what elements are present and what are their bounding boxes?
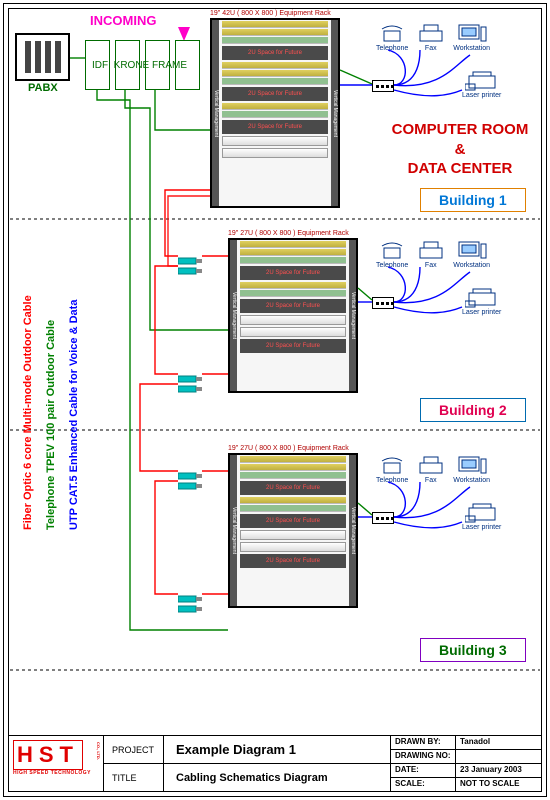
room-title-amp: & [455, 141, 466, 158]
fax-icon: Fax [417, 455, 445, 484]
drawn-by-label: DRAWN BY: [391, 736, 456, 749]
rack-2: Vertical Management Vertical Management … [228, 238, 358, 393]
date-label: DATE: [391, 764, 456, 777]
room-title-l1: COMPUTER ROOM [392, 121, 529, 138]
rack1-future-2: 2U Space for Future [222, 87, 328, 101]
incoming-label: INCOMING [90, 13, 156, 28]
title-block: HST CO., LTD. HIGH SPEED TECHNOLOGY PROJ… [8, 735, 542, 792]
project-label: PROJECT [104, 736, 164, 763]
legend-fiber: Fiber Optic 6 core Multi-mode Outdoor Ca… [22, 295, 34, 530]
drawn-by: Tanadol [456, 736, 541, 749]
building-2-label: Building 2 [420, 398, 526, 422]
building-1-label: Building 1 [420, 188, 526, 212]
patch-panel-b3 [372, 512, 394, 524]
telephone-icon: Telephone [376, 240, 408, 269]
devices-b1: Telephone Fax Workstation [376, 23, 494, 52]
rack3-future-3: 2U Space for Future [240, 554, 346, 568]
rack2-vert-r: Vertical Management [349, 240, 356, 391]
rack-3: Vertical Management Vertical Management … [228, 453, 358, 608]
rack3-vert-l: Vertical Management [230, 455, 237, 606]
fiber-connector-icon [178, 370, 202, 378]
printer-icon: Laser printer [462, 502, 501, 531]
printer-icon: Laser printer [462, 287, 501, 316]
fiber-connector-icon [178, 262, 202, 270]
incoming-arrow-icon [178, 27, 190, 41]
building-3-label: Building 3 [420, 638, 526, 662]
printer-b3: Laser printer [462, 502, 505, 531]
room-title-l2: DATA CENTER [408, 160, 513, 177]
rack1-caption: 19" 42U ( 800 X 800 ) Equipment Rack [210, 10, 331, 17]
printer-b2: Laser printer [462, 287, 505, 316]
telephone-icon: Telephone [376, 23, 408, 52]
patch-panel-b1 [372, 80, 394, 92]
rack2-future-2: 2U Space for Future [240, 299, 346, 313]
title-label: TITLE [104, 764, 164, 792]
rack1-future-3: 2U Space for Future [222, 120, 328, 134]
printer-icon: Laser printer [462, 70, 501, 99]
logo-side: CO., LTD. [96, 742, 101, 760]
fax-icon: Fax [417, 240, 445, 269]
rack-1: Vertical Management Vertical Management … [210, 18, 340, 208]
drawing-no [456, 750, 541, 763]
devices-b2: Telephone Fax Workstation [376, 240, 494, 269]
rack2-caption: 19" 27U ( 800 X 800 ) Equipment Rack [228, 230, 349, 237]
rack3-future-1: 2U Space for Future [240, 481, 346, 495]
project-value: Example Diagram 1 [164, 742, 308, 757]
logo-sub: HIGH SPEED TECHNOLOGY [13, 770, 99, 776]
date-value: 23 January 2003 [456, 764, 541, 777]
scale-value: NOT TO SCALE [456, 778, 541, 792]
fax-icon: Fax [417, 23, 445, 52]
rack2-future-3: 2U Space for Future [240, 339, 346, 353]
scale-label: SCALE: [391, 778, 456, 792]
fiber-connector-icon [178, 590, 202, 598]
rack1-future-1: 2U Space for Future [222, 46, 328, 60]
rack2-vert-l: Vertical Management [230, 240, 237, 391]
fiber-connector-icon [178, 477, 202, 485]
title-value: Cabling Schematics Diagram [164, 772, 340, 784]
drawing-no-label: DRAWING NO: [391, 750, 456, 763]
idf-label: IDF; KRONE FRAME [92, 60, 187, 71]
titleblock-right: DRAWN BY:Tanadol DRAWING NO: DATE:23 Jan… [391, 736, 541, 791]
workstation-icon: Workstation [453, 23, 490, 52]
fiber-connector-icon [178, 600, 202, 608]
rack1-vert-r: Vertical Management [331, 20, 338, 206]
rack3-caption: 19" 27U ( 800 X 800 ) Equipment Rack [228, 445, 349, 452]
patch-panel-b2 [372, 297, 394, 309]
rack1-vert-l: Vertical Management [212, 20, 219, 206]
legend-utp: UTP CAT.5 Enhanced Cable for Voice & Dat… [68, 300, 80, 530]
rack3-vert-r: Vertical Management [349, 455, 356, 606]
legend-telephone: Telephone TPEV 100 pair Outdoor Cable [45, 320, 57, 530]
rack3-future-2: 2U Space for Future [240, 514, 346, 528]
workstation-icon: Workstation [453, 240, 490, 269]
pabx-label: PABX [28, 82, 58, 94]
workstation-icon: Workstation [453, 455, 490, 484]
fiber-connector-icon [178, 252, 202, 260]
telephone-icon: Telephone [376, 455, 408, 484]
rack2-future-1: 2U Space for Future [240, 266, 346, 280]
printer-b1: Laser printer [462, 70, 505, 99]
logo-text: HST [13, 740, 83, 770]
room-title: COMPUTER ROOM & DATA CENTER [385, 120, 535, 179]
fiber-connector-icon [178, 467, 202, 475]
logo-block: HST CO., LTD. HIGH SPEED TECHNOLOGY [9, 736, 104, 791]
devices-b3: Telephone Fax Workstation [376, 455, 494, 484]
pabx-box [15, 33, 70, 81]
fiber-connector-icon [178, 380, 202, 388]
titleblock-mid: PROJECT Example Diagram 1 TITLE Cabling … [104, 736, 391, 791]
